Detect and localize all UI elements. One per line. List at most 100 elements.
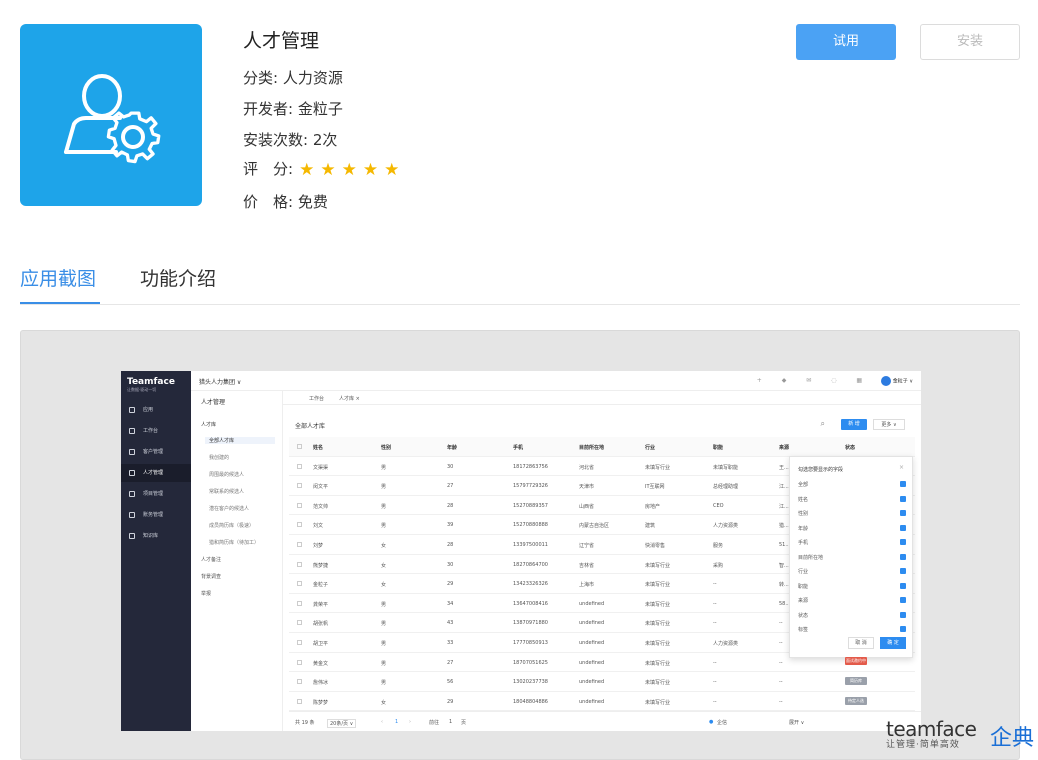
table-cell: 男 xyxy=(381,523,387,530)
mini-tab-active: 人才库 × xyxy=(339,396,360,402)
row-checkbox[interactable] xyxy=(297,463,302,469)
category-value: 人力资源 xyxy=(282,69,343,87)
table-cell: 13870971880 xyxy=(513,620,548,627)
field-option[interactable]: 状态 xyxy=(798,611,906,619)
table-cell: -- xyxy=(779,659,783,666)
table-cell: 15270889357 xyxy=(513,502,548,509)
table-cell: 天津市 xyxy=(579,484,595,491)
tab-features[interactable]: 功能介绍 xyxy=(140,264,216,291)
column-header: 来源 xyxy=(779,445,790,451)
field-option[interactable]: 年龄 xyxy=(798,524,906,532)
table-cell: 30 xyxy=(447,463,454,470)
table-cell: 29 xyxy=(447,581,454,588)
star-icon: ★ xyxy=(384,159,400,180)
table-cell: 未填写行业 xyxy=(645,562,671,569)
row-checkbox[interactable] xyxy=(297,620,302,626)
table-cell: 金粒子 xyxy=(313,582,329,589)
table-cell: 男 xyxy=(381,464,387,471)
table-cell: 男 xyxy=(381,601,387,608)
table-cell: 27 xyxy=(447,659,454,666)
table-cell: 刘文 xyxy=(313,523,324,530)
field-option[interactable]: 职能 xyxy=(798,582,906,590)
row-checkbox[interactable] xyxy=(297,639,302,645)
table-cell: 未填写行业 xyxy=(645,660,671,667)
table-cell: 未填写行业 xyxy=(645,582,671,589)
table-cell: 56 xyxy=(447,679,454,686)
table-cell: 39 xyxy=(447,522,454,529)
try-button[interactable]: 试用 xyxy=(796,24,896,60)
row-checkbox[interactable] xyxy=(297,698,302,704)
table-cell: 未填写职能 xyxy=(713,464,739,471)
field-picker-panel: 勾选您要显示的字段 × 全部 姓名 性别 年龄 手机 目前所在地 行业 职能 来源 状态 标签 取 … xyxy=(789,456,913,658)
close-icon: × xyxy=(898,464,904,471)
app-screenshot[interactable]: Teamface 让数据·驱动一切 应用 工作台 客户管理 人才管理 项目管理 账… xyxy=(121,371,921,731)
mini-topbar: 猎头人力集团 ∨ + ◆ ✉ ◌ ▦ 金粒子 ∨ xyxy=(191,371,921,391)
screenshot-frame: Teamface 让数据·驱动一切 应用 工作台 客户管理 人才管理 项目管理 账… xyxy=(20,330,1020,760)
row-checkbox[interactable] xyxy=(297,541,302,547)
table-row[interactable]: 詹伟冰 男 56 13020237738 undefined 未填写行业 -- -- xyxy=(289,672,915,692)
panel-ok: 确 定 xyxy=(880,637,906,649)
table-cell: 未填写行业 xyxy=(645,464,671,471)
table-cell: 男 xyxy=(381,503,387,510)
table-cell: 陈梦梦 xyxy=(313,699,329,706)
table-cell: 29 xyxy=(447,698,454,705)
field-option[interactable]: 来源 xyxy=(798,597,906,604)
table-cell: -- xyxy=(713,600,717,607)
table-cell: IT互联网 xyxy=(645,484,665,491)
field-option[interactable]: 性别 xyxy=(798,510,906,517)
table-cell: 人力资源类 xyxy=(713,523,739,530)
active-tab-indicator xyxy=(20,302,100,304)
row-checkbox[interactable] xyxy=(297,561,302,567)
checkbox-icon xyxy=(900,495,906,502)
mini-toolbar-icons: + ◆ ✉ ◌ ▦ xyxy=(756,377,871,384)
table-cell: 27 xyxy=(447,483,454,490)
row-checkbox[interactable] xyxy=(297,522,302,528)
table-cell: 河北省 xyxy=(579,464,595,471)
row-checkbox[interactable] xyxy=(297,483,302,489)
field-option[interactable]: 行业 xyxy=(798,568,906,575)
table-cell: 转... xyxy=(779,582,789,589)
tab-screenshots[interactable]: 应用截图 xyxy=(20,264,96,291)
table-cell: 王... xyxy=(779,464,789,471)
price-label: 价 格: xyxy=(243,193,294,211)
star-icon: ★ xyxy=(341,159,357,180)
table-cell: 女 xyxy=(381,699,387,706)
row-checkbox[interactable] xyxy=(297,659,302,665)
field-option[interactable]: 手机 xyxy=(798,539,906,546)
row-checkbox[interactable] xyxy=(297,581,302,587)
tree-item: 潜在客户的候选人 xyxy=(209,506,250,512)
rating-stars: ★ ★ ★ ★ ★ xyxy=(299,160,405,180)
table-cell: 男 xyxy=(381,680,387,687)
table-cell: 13020237738 xyxy=(513,679,548,686)
table-cell: -- xyxy=(713,698,717,705)
mini-more-button: 更多 ∨ xyxy=(873,419,905,430)
avatar xyxy=(880,376,891,386)
table-cell: 江... xyxy=(779,484,789,491)
row-checkbox[interactable] xyxy=(297,679,302,685)
price-value: 免费 xyxy=(297,193,328,211)
field-option[interactable]: 标签 xyxy=(798,626,906,633)
table-cell: 江... xyxy=(779,503,789,510)
row-checkbox[interactable] xyxy=(297,600,302,606)
table-row[interactable]: 陈梦梦 女 29 18048804886 undefined 未填写行业 -- -- xyxy=(289,692,915,712)
checkbox-icon xyxy=(900,524,906,531)
install-button[interactable]: 安装 xyxy=(920,24,1020,60)
field-option[interactable]: 姓名 xyxy=(798,495,906,503)
table-cell: 熊梦捷 xyxy=(313,562,329,569)
column-header: 目前所在地 xyxy=(579,445,605,451)
mini-nav-item: 工作台 xyxy=(121,422,191,440)
table-cell: undefined xyxy=(579,698,605,705)
developer-row: 开发者: 金粒子 xyxy=(243,98,343,119)
user-gear-icon xyxy=(64,74,161,164)
field-option[interactable]: 全部 xyxy=(798,481,906,488)
row-checkbox[interactable] xyxy=(297,444,302,449)
table-cell: 未填写行业 xyxy=(645,640,671,647)
table-cell: 18270864700 xyxy=(513,561,548,568)
table-cell: 未填写行业 xyxy=(645,601,671,608)
watermark-logo: teamface 让管理·简单高效 xyxy=(886,717,977,750)
field-option[interactable]: 目前所在地 xyxy=(798,553,906,561)
table-cell: 15797729326 xyxy=(513,483,548,490)
table-cell: 男 xyxy=(381,484,387,491)
row-checkbox[interactable] xyxy=(297,502,302,508)
column-header: 行业 xyxy=(645,445,656,451)
